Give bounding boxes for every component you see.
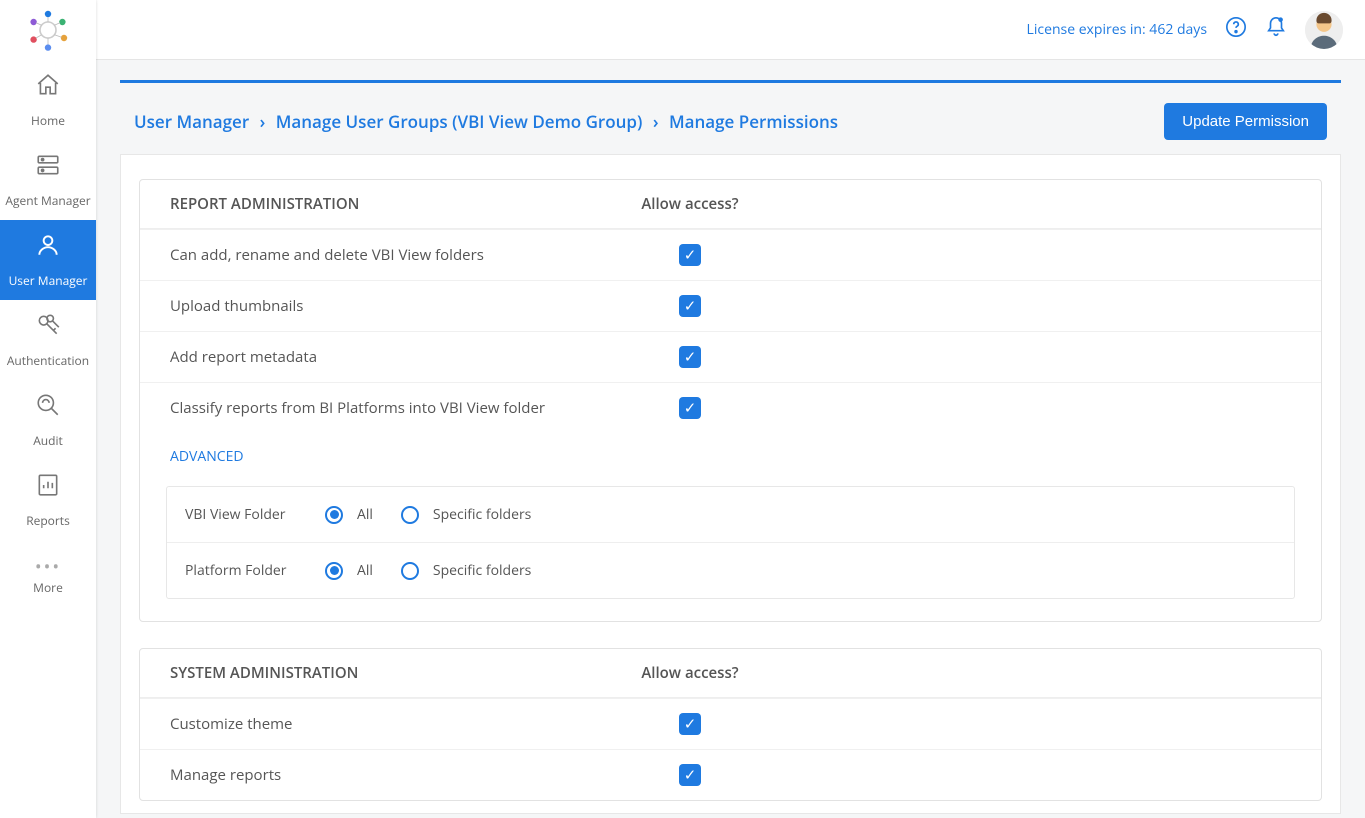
- main-area: License expires in: 462 days User Manage…: [96, 0, 1365, 818]
- permission-row: Manage reports ✓: [140, 749, 1321, 800]
- user-icon: [35, 232, 61, 266]
- section-title: REPORT ADMINISTRATION: [170, 194, 630, 214]
- access-column-header: Allow access?: [630, 194, 750, 214]
- permission-checkbox[interactable]: ✓: [679, 713, 701, 735]
- permission-label: Classify reports from BI Platforms into …: [170, 398, 630, 418]
- bell-icon[interactable]: [1265, 16, 1287, 43]
- permission-checkbox[interactable]: ✓: [679, 764, 701, 786]
- more-icon: •••: [35, 555, 61, 579]
- sidebar-item-label: Agent Manager: [5, 192, 90, 209]
- home-icon: [35, 72, 61, 106]
- sidebar-item-label: Audit: [33, 432, 63, 449]
- radio-all[interactable]: [325, 562, 343, 580]
- permission-checkbox[interactable]: ✓: [679, 397, 701, 419]
- radio-label: Specific folders: [433, 505, 531, 524]
- advanced-section-label[interactable]: ADVANCED: [140, 433, 1321, 480]
- advanced-row-label: Platform Folder: [185, 561, 325, 580]
- permission-checkbox[interactable]: ✓: [679, 295, 701, 317]
- chevron-right-icon: ›: [653, 110, 659, 133]
- user-avatar[interactable]: [1305, 11, 1343, 49]
- reports-icon: [35, 472, 61, 506]
- sidebar-item-label: Reports: [26, 512, 70, 529]
- permission-row: Upload thumbnails ✓: [140, 280, 1321, 331]
- advanced-row: VBI View Folder All Specific folders: [167, 487, 1294, 542]
- sidebar-item-audit[interactable]: Audit: [0, 380, 96, 460]
- sidebar-item-label: User Manager: [9, 272, 88, 289]
- logo-icon: [24, 6, 72, 54]
- permission-row: Add report metadata ✓: [140, 331, 1321, 382]
- permission-label: Upload thumbnails: [170, 296, 630, 316]
- content: User Manager › Manage User Groups (VBI V…: [96, 60, 1365, 818]
- permission-label: Can add, rename and delete VBI View fold…: [170, 245, 630, 265]
- permissions-scroll-area[interactable]: REPORT ADMINISTRATION Allow access? Can …: [120, 154, 1341, 814]
- sidebar-item-user-manager[interactable]: User Manager: [0, 220, 96, 300]
- permission-label: Manage reports: [170, 765, 630, 785]
- chevron-right-icon: ›: [260, 110, 266, 133]
- card-system-administration: SYSTEM ADMINISTRATION Allow access? Cust…: [139, 648, 1322, 801]
- permission-row: Classify reports from BI Platforms into …: [140, 382, 1321, 433]
- license-status: License expires in: 462 days: [1027, 20, 1207, 39]
- sidebar-item-label: Home: [31, 112, 65, 129]
- breadcrumb-level2[interactable]: Manage User Groups (VBI View Demo Group): [276, 110, 643, 133]
- radio-specific-folders[interactable]: [401, 562, 419, 580]
- section-title: SYSTEM ADMINISTRATION: [170, 663, 630, 683]
- breadcrumb-level3: Manage Permissions: [669, 110, 838, 133]
- help-icon[interactable]: [1225, 16, 1247, 43]
- permission-checkbox[interactable]: ✓: [679, 346, 701, 368]
- breadcrumb: User Manager › Manage User Groups (VBI V…: [134, 110, 838, 133]
- radio-label: All: [357, 505, 373, 524]
- audit-icon: [35, 392, 61, 426]
- advanced-row-label: VBI View Folder: [185, 505, 325, 524]
- app-logo: [0, 0, 96, 60]
- sidebar-item-reports[interactable]: Reports: [0, 460, 96, 540]
- card-report-administration: REPORT ADMINISTRATION Allow access? Can …: [139, 179, 1322, 622]
- radio-all[interactable]: [325, 506, 343, 524]
- advanced-row: Platform Folder All Specific folders: [167, 542, 1294, 598]
- permission-row: Customize theme ✓: [140, 698, 1321, 749]
- advanced-options-card: VBI View Folder All Specific folders: [166, 486, 1295, 599]
- sidebar-item-label: Authentication: [7, 352, 89, 369]
- permission-row: Can add, rename and delete VBI View fold…: [140, 229, 1321, 280]
- server-icon: [35, 152, 61, 186]
- sidebar-item-agent-manager[interactable]: Agent Manager: [0, 140, 96, 220]
- sidebar: Home Agent Manager User Manager Authenti…: [0, 0, 96, 818]
- sidebar-item-label: More: [33, 579, 63, 596]
- permission-label: Customize theme: [170, 714, 630, 734]
- breadcrumb-level1[interactable]: User Manager: [134, 110, 249, 133]
- permission-checkbox[interactable]: ✓: [679, 244, 701, 266]
- radio-specific-folders[interactable]: [401, 506, 419, 524]
- permission-label: Add report metadata: [170, 347, 630, 367]
- radio-label: Specific folders: [433, 561, 531, 580]
- topbar: License expires in: 462 days: [96, 0, 1365, 60]
- sidebar-item-home[interactable]: Home: [0, 60, 96, 140]
- update-permission-button[interactable]: Update Permission: [1164, 103, 1327, 140]
- keys-icon: [35, 312, 61, 346]
- radio-label: All: [357, 561, 373, 580]
- access-column-header: Allow access?: [630, 663, 750, 683]
- sidebar-item-more[interactable]: ••• More: [0, 540, 96, 610]
- sidebar-item-authentication[interactable]: Authentication: [0, 300, 96, 380]
